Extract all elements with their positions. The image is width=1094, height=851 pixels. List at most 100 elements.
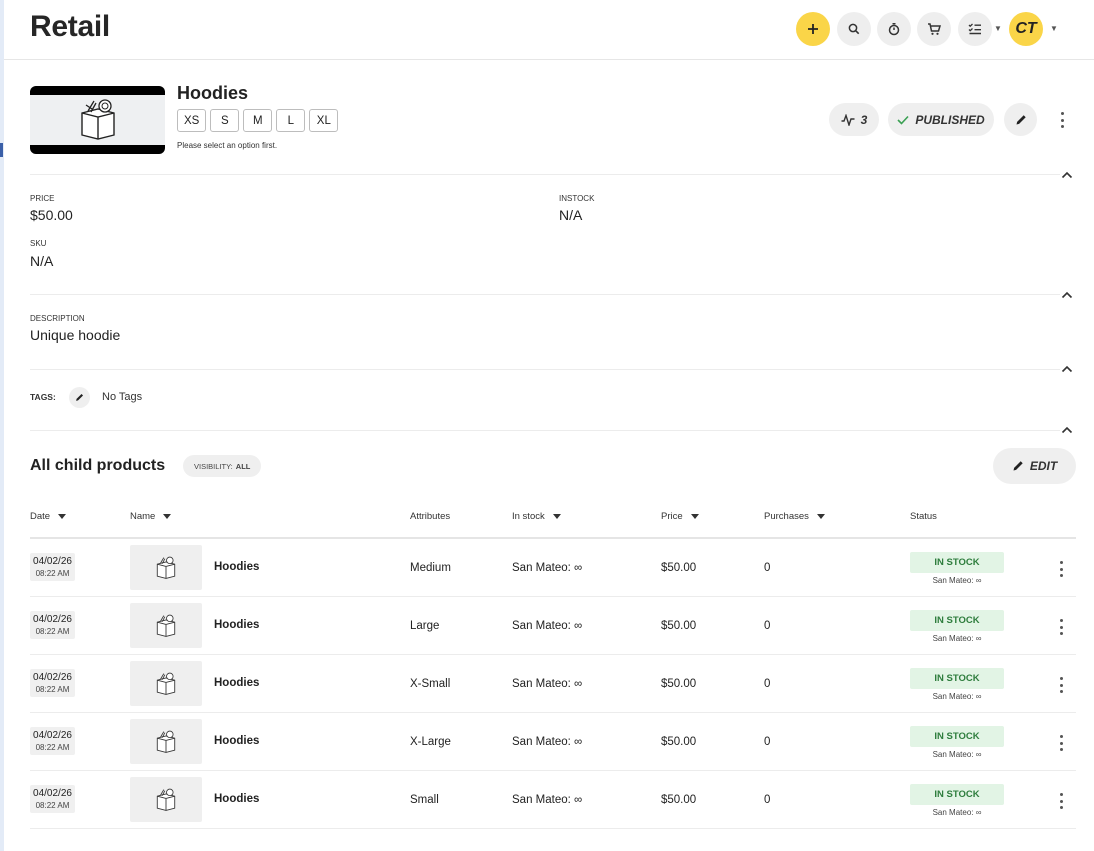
visibility-filter[interactable]: VISIBILITY: ALL [183, 455, 262, 477]
section-divider [30, 430, 1060, 431]
left-edge-strip [0, 0, 4, 851]
edit-children-label: EDIT [1029, 459, 1058, 473]
column-header-status-label: Status [910, 511, 937, 522]
tasks-caret-icon[interactable]: ▼ [994, 24, 1002, 33]
chevron-up-icon[interactable] [1061, 291, 1073, 299]
activity-count: 3 [860, 112, 868, 127]
row-price: $50.00 [661, 794, 697, 806]
chevron-up-icon[interactable] [1061, 171, 1073, 179]
edit-tags-button[interactable] [69, 387, 90, 408]
row-more-options-icon[interactable] [1055, 733, 1067, 753]
search-button[interactable] [837, 12, 871, 46]
pencil-icon [1016, 114, 1026, 124]
tags-label: TAGS: [30, 392, 56, 402]
row-date: 04/02/26 08:22 AM [30, 785, 75, 813]
more-options-icon[interactable] [1056, 110, 1068, 130]
row-date-time: 08:22 AM [35, 569, 70, 578]
size-option-m[interactable]: M [243, 109, 273, 132]
row-stock: San Mateo: ∞ [512, 794, 583, 806]
row-product-name[interactable]: Hoodies [214, 677, 259, 689]
pencil-icon [1013, 461, 1023, 471]
search-icon [848, 23, 860, 35]
row-date: 04/02/26 08:22 AM [30, 611, 75, 639]
column-header-name[interactable]: Name [130, 511, 172, 522]
status-location: San Mateo: ∞ [932, 576, 982, 585]
avatar[interactable]: CT [1009, 12, 1043, 46]
row-more-options-icon[interactable] [1055, 617, 1067, 637]
price-value: $50.00 [30, 207, 73, 223]
row-stock: San Mateo: ∞ [512, 562, 583, 574]
column-header-date[interactable]: Date [30, 511, 67, 522]
size-options: XS S M L XL [177, 109, 339, 132]
column-header-in-stock[interactable]: In stock [512, 511, 561, 522]
column-header-in-stock-label: In stock [512, 511, 545, 522]
row-product-name[interactable]: Hoodies [214, 735, 259, 747]
row-purchases: 0 [764, 620, 771, 632]
status-badge: IN STOCK [910, 610, 1004, 631]
tasks-button[interactable] [958, 12, 992, 46]
table-row[interactable]: 04/02/26 08:22 AM Hoodies Medium San Mat… [30, 539, 1076, 597]
activity-icon [841, 113, 855, 126]
table-row[interactable]: 04/02/26 08:22 AM Hoodies Large San Mate… [30, 597, 1076, 655]
description-value: Unique hoodie [30, 327, 121, 343]
size-option-xs[interactable]: XS [177, 109, 207, 132]
table-row[interactable]: 04/02/26 08:22 AM Hoodies Small San Mate… [30, 771, 1076, 829]
visibility-label: VISIBILITY: [194, 461, 233, 471]
column-header-purchases[interactable]: Purchases [764, 511, 825, 522]
column-header-status: Status [910, 511, 937, 522]
visibility-value: ALL [235, 461, 251, 471]
row-attribute: X-Small [410, 678, 451, 690]
instock-value: N/A [559, 207, 583, 223]
row-date-day: 04/02/26 [33, 788, 72, 799]
cart-button[interactable] [917, 12, 951, 46]
size-option-s[interactable]: S [210, 109, 240, 132]
column-header-date-label: Date [30, 511, 51, 522]
row-more-options-icon[interactable] [1055, 675, 1067, 695]
row-product-name[interactable]: Hoodies [214, 793, 259, 805]
sku-label: SKU [30, 239, 47, 248]
row-date-day: 04/02/26 [33, 556, 72, 567]
account-caret-icon[interactable]: ▼ [1050, 24, 1058, 33]
row-attribute: X-Large [410, 736, 451, 748]
row-stock: San Mateo: ∞ [512, 620, 583, 632]
chevron-up-icon[interactable] [1061, 426, 1073, 434]
cart-icon [928, 23, 941, 35]
row-more-options-icon[interactable] [1055, 791, 1067, 811]
table-row[interactable]: 04/02/26 08:22 AM Hoodies X-Large San Ma… [30, 713, 1076, 771]
select-option-hint: Please select an option first. [177, 141, 278, 150]
row-product-name[interactable]: Hoodies [214, 619, 259, 631]
product-box-icon [156, 730, 176, 753]
chevron-up-icon[interactable] [1061, 365, 1073, 373]
row-more-options-icon[interactable] [1055, 559, 1067, 579]
row-purchases: 0 [764, 794, 771, 806]
column-header-attributes: Attributes [410, 511, 450, 522]
published-label: PUBLISHED [915, 112, 985, 127]
row-stock: San Mateo: ∞ [512, 736, 583, 748]
column-header-price[interactable]: Price [661, 511, 699, 522]
size-option-xl[interactable]: XL [309, 109, 339, 132]
row-date-day: 04/02/26 [33, 672, 72, 683]
plus-icon [808, 24, 818, 34]
row-price: $50.00 [661, 562, 697, 574]
edit-product-button[interactable] [1004, 103, 1037, 136]
published-status-button[interactable]: PUBLISHED [888, 103, 994, 136]
row-price: $50.00 [661, 678, 697, 690]
add-button[interactable] [796, 12, 830, 46]
row-purchases: 0 [764, 736, 771, 748]
row-thumbnail [130, 545, 202, 590]
edit-children-button[interactable]: EDIT [993, 448, 1076, 484]
activity-button[interactable]: 3 [829, 103, 879, 136]
row-date-time: 08:22 AM [35, 743, 70, 752]
row-product-name[interactable]: Hoodies [214, 561, 259, 573]
product-title: Hoodies [177, 83, 249, 103]
row-date-time: 08:22 AM [35, 685, 70, 694]
top-bar: Retail ▼ CT ▼ [4, 0, 1094, 60]
timer-icon [888, 23, 900, 36]
row-date-day: 04/02/26 [33, 730, 72, 741]
size-option-l[interactable]: L [276, 109, 306, 132]
status-badge: IN STOCK [910, 668, 1004, 689]
table-row[interactable]: 04/02/26 08:22 AM Hoodies X-Small San Ma… [30, 655, 1076, 713]
price-label: PRICE [30, 194, 55, 203]
row-date-day: 04/02/26 [33, 614, 72, 625]
timer-button[interactable] [877, 12, 911, 46]
